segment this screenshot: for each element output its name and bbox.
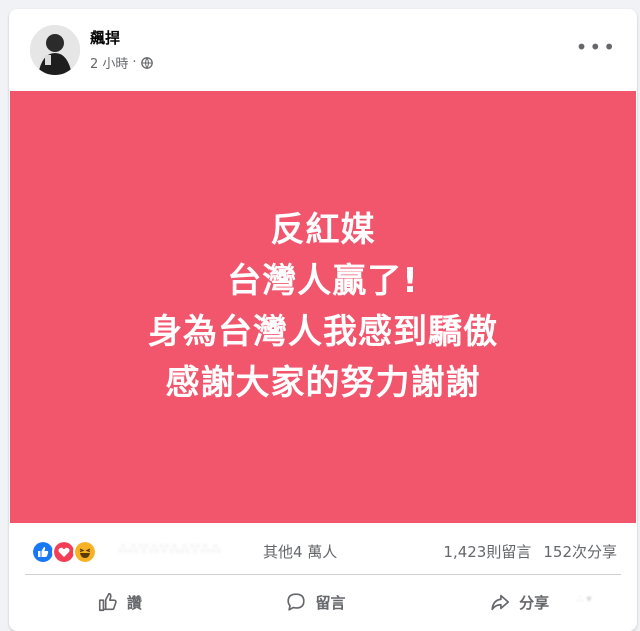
image-text-line-4: 感謝大家的努力謝謝 <box>165 363 481 403</box>
image-text-line-1: 反紅媒 <box>270 210 376 250</box>
comment-button[interactable]: 留言 <box>265 585 365 619</box>
comment-icon <box>287 593 306 611</box>
stats-divider <box>25 574 621 575</box>
post-time[interactable]: 2 小時 <box>90 53 128 72</box>
blurred-names: ∴∴∵∴∵∴∴∵∴∴ <box>119 542 222 557</box>
author-avatar[interactable] <box>30 25 80 75</box>
post-stats: ∴∴∵∴∵∴∴∵∴∴ 其他4 萬人 1,423則留言 152次分享 <box>9 529 637 573</box>
meta-separator: · <box>132 55 137 70</box>
post-header: 飆捍 2 小時 · ••• <box>9 9 637 89</box>
share-icon <box>491 594 510 611</box>
image-text-line-3: 身為台灣人我感到驕傲 <box>148 312 498 352</box>
post-actions: 讚 留言 分享 <box>25 581 621 623</box>
reactions-summary[interactable] <box>31 540 97 564</box>
comments-count[interactable]: 1,423則留言 <box>443 541 531 562</box>
globe-icon[interactable] <box>140 56 153 69</box>
like-label: 讚 <box>126 593 142 612</box>
audience-selector-icon[interactable]: ∴ ▾ <box>577 594 607 614</box>
avatar-image <box>30 25 80 75</box>
share-label: 分享 <box>519 593 550 612</box>
shares-count[interactable]: 152次分享 <box>543 541 617 562</box>
more-options-icon[interactable]: ••• <box>576 35 617 59</box>
reaction-others-count[interactable]: 其他4 萬人 <box>263 541 337 562</box>
author-name[interactable]: 飆捍 <box>90 27 120 48</box>
post-image[interactable]: 反紅媒 台灣人贏了! 身為台灣人我感到驕傲 感謝大家的努力謝謝 <box>10 91 636 523</box>
image-text-line-2: 台灣人贏了! <box>227 261 419 301</box>
haha-icon <box>73 540 97 564</box>
thumbs-up-icon <box>98 592 117 612</box>
post-meta: 2 小時 · <box>90 53 153 72</box>
share-button[interactable]: 分享 <box>469 585 569 619</box>
like-button[interactable]: 讚 <box>77 585 162 619</box>
engagement-counts: 1,423則留言 152次分享 <box>443 541 617 562</box>
post-card: 飆捍 2 小時 · ••• 反紅媒 台灣人贏了! 身為台灣人我感到驕傲 感謝大家… <box>9 9 637 631</box>
comment-label: 留言 <box>315 593 346 612</box>
